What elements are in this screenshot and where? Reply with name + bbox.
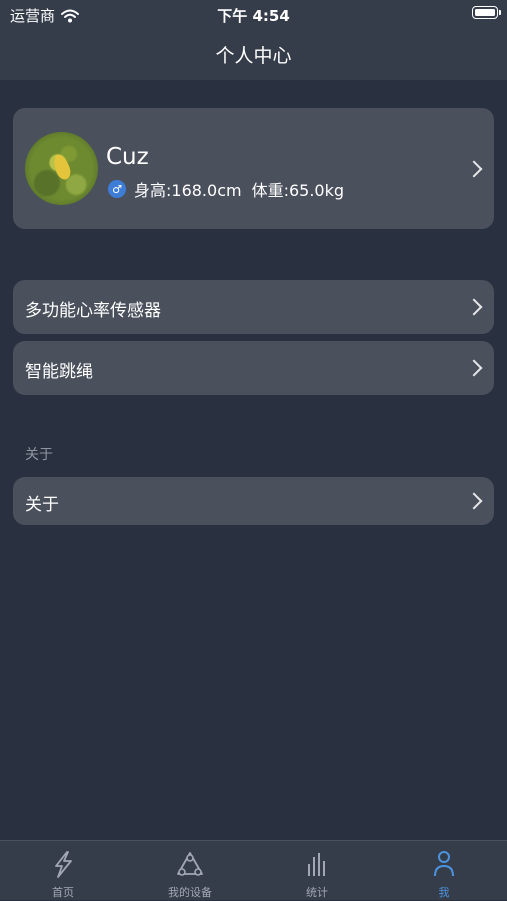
tab-label: 我的设备 (168, 886, 212, 899)
tab-home[interactable]: 首页 (0, 841, 126, 901)
battery-icon (472, 6, 501, 19)
male-gender-icon: ♂ (108, 180, 126, 198)
tab-label: 统计 (306, 886, 328, 899)
devices-icon (177, 852, 203, 876)
tab-me[interactable]: 我 (381, 841, 507, 901)
chevron-right-icon (465, 298, 483, 316)
person-icon (434, 851, 454, 877)
status-time: 下午 4:54 (217, 7, 290, 25)
tab-my-devices[interactable]: 我的设备 (127, 841, 253, 901)
about-row-label: 关于 (25, 495, 59, 515)
weight-value: 体重:65.0kg (251, 181, 345, 200)
section-header-about: 关于 (25, 447, 53, 463)
tab-statistics[interactable]: 统计 (254, 841, 380, 901)
bar-chart-icon (308, 853, 325, 876)
device-row-heart-rate-sensor[interactable]: 多功能心率传感器 (13, 280, 494, 334)
device-row-smart-jump-rope[interactable]: 智能跳绳 (13, 341, 494, 395)
tab-label: 我 (438, 886, 450, 899)
tab-label: 首页 (52, 886, 74, 899)
chevron-right-icon (465, 359, 483, 377)
avatar[interactable] (25, 132, 98, 205)
height-value: 身高:168.0cm (134, 181, 242, 200)
tab-bar: 首页 我的设备 统计 我 (0, 840, 507, 900)
nav-bar: 个人中心 (0, 30, 507, 80)
profile-name: Cuz (106, 144, 149, 170)
device-row-label: 多功能心率传感器 (25, 301, 161, 321)
device-row-label: 智能跳绳 (25, 362, 93, 382)
profile-card[interactable]: Cuz ♂ 身高:168.0cm 体重:65.0kg (13, 108, 494, 229)
status-bar: 运营商 下午 4:54 (0, 0, 507, 30)
chevron-right-icon (465, 492, 483, 510)
profile-stats: ♂ 身高:168.0cm 体重:65.0kg (108, 177, 344, 201)
chevron-right-icon (465, 160, 483, 178)
lightning-icon (55, 851, 72, 878)
page-title: 个人中心 (215, 45, 292, 67)
about-row[interactable]: 关于 (13, 477, 494, 525)
